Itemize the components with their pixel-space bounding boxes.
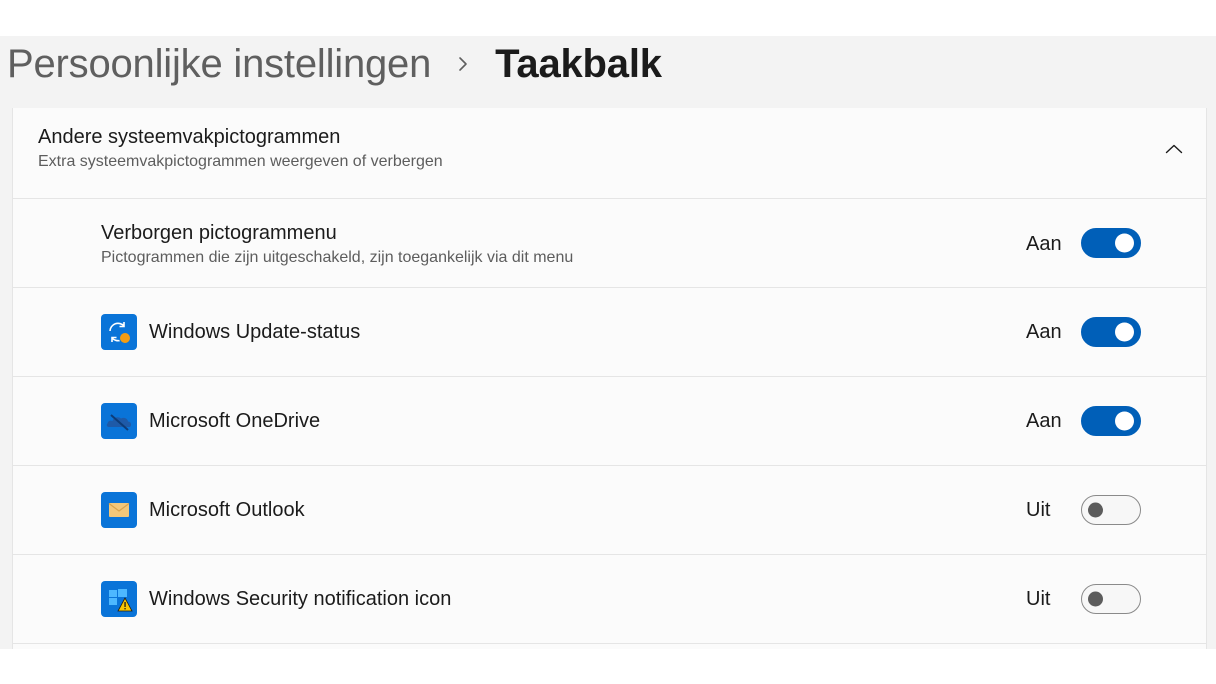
toggle-state-label: Aan xyxy=(1026,233,1062,255)
page-title: Taakbalk xyxy=(495,41,662,86)
hidden-icon-menu-subtitle: Pictogrammen die zijn uitgeschakeld, zij… xyxy=(101,249,574,266)
onedrive-icon xyxy=(101,403,137,439)
list-item-windows-security: Windows Security notification icon Uit xyxy=(12,554,1207,644)
onedrive-toggle[interactable] xyxy=(1081,406,1141,436)
list-item-windows-update: Windows Update-status Aan xyxy=(12,287,1207,377)
breadcrumb-parent[interactable]: Persoonlijke instellingen xyxy=(7,42,431,87)
windows-update-toggle[interactable] xyxy=(1081,317,1141,347)
windows-security-label: Windows Security notification icon xyxy=(149,588,452,610)
collapse-button[interactable] xyxy=(1160,137,1188,163)
windows-security-toggle[interactable] xyxy=(1081,584,1141,614)
outlook-label: Microsoft Outlook xyxy=(149,499,305,521)
toggle-knob xyxy=(1088,502,1103,518)
windows-security-icon xyxy=(101,581,137,617)
section-subtitle: Extra systeemvakpictogrammen weergeven o… xyxy=(38,153,443,170)
section-header[interactable]: Andere systeemvakpictogrammen Extra syst… xyxy=(12,108,1207,199)
hidden-icon-menu-row: Verborgen pictogrammenu Pictogrammen die… xyxy=(12,198,1207,288)
hidden-icon-menu-toggle[interactable] xyxy=(1081,228,1141,258)
onedrive-label: Microsoft OneDrive xyxy=(149,410,321,432)
section-title: Andere systeemvakpictogrammen xyxy=(38,126,341,148)
windows-update-label: Windows Update-status xyxy=(149,321,361,343)
toggle-state-label: Aan xyxy=(1026,410,1062,432)
system-tray-icons-panel: Andere systeemvakpictogrammen Extra syst… xyxy=(12,108,1207,649)
settings-window: Persoonlijke instellingen Taakbalk Ander… xyxy=(0,36,1216,649)
chevron-right-icon xyxy=(431,42,495,86)
windows-update-icon xyxy=(101,314,137,350)
toggle-knob xyxy=(1115,322,1134,342)
toggle-state-label: Uit xyxy=(1026,499,1051,521)
list-item-outlook: Microsoft Outlook Uit xyxy=(12,465,1207,555)
list-item-onedrive: Microsoft OneDrive Aan xyxy=(12,376,1207,466)
outlook-icon xyxy=(101,492,137,528)
toggle-knob xyxy=(1115,411,1134,431)
chevron-up-icon xyxy=(1165,141,1183,159)
outlook-toggle[interactable] xyxy=(1081,495,1141,525)
hidden-icon-menu-title: Verborgen pictogrammenu xyxy=(101,222,337,244)
toggle-state-label: Aan xyxy=(1026,321,1062,343)
toggle-knob xyxy=(1115,233,1134,253)
toggle-knob xyxy=(1088,591,1103,607)
breadcrumb: Persoonlijke instellingen Taakbalk xyxy=(7,42,662,86)
toggle-state-label: Uit xyxy=(1026,588,1051,610)
list-item xyxy=(12,643,1207,649)
